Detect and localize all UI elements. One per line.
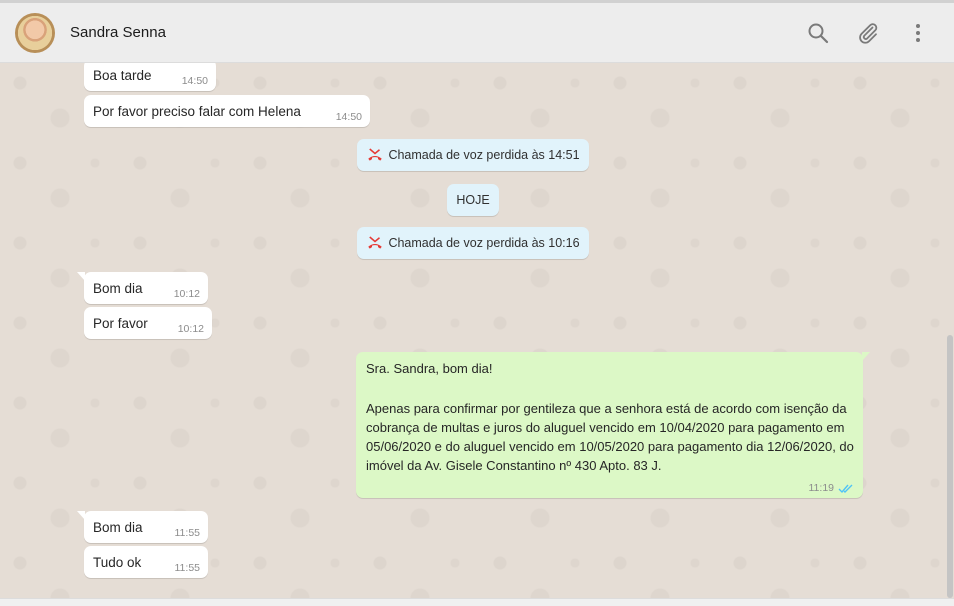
- missed-call-icon: [368, 236, 383, 249]
- message-incoming[interactable]: Por favor preciso falar com Helena 14:50: [84, 95, 370, 127]
- message-text: Boa tarde: [93, 68, 152, 83]
- message-outgoing[interactable]: Sra. Sandra, bom dia! Apenas para confir…: [356, 352, 870, 498]
- chat-header: Sandra Senna: [0, 3, 954, 63]
- message-incoming[interactable]: Bom dia 10:12: [77, 272, 208, 304]
- message-incoming[interactable]: Bom dia 11:55: [77, 511, 208, 543]
- composer-edge: [0, 598, 954, 606]
- scrollbar-thumb[interactable]: [947, 335, 953, 598]
- date-divider-text: HOJE: [456, 193, 490, 207]
- message-time: 11:19: [808, 482, 835, 494]
- message-text: Por favor preciso falar com Helena: [93, 104, 301, 119]
- missed-call-icon: [368, 148, 383, 161]
- date-divider: HOJE: [447, 184, 499, 216]
- message-incoming[interactable]: Boa tarde 14:50: [84, 63, 216, 91]
- paperclip-icon[interactable]: [856, 21, 880, 45]
- message-text: Tudo ok: [93, 555, 142, 570]
- missed-call-text: Chamada de voz perdida às 10:16: [388, 236, 580, 250]
- missed-call-notice: Chamada de voz perdida às 10:16: [357, 227, 589, 259]
- message-list[interactable]: Boa tarde 14:50 Por favor preciso falar …: [0, 63, 946, 598]
- message-body: Apenas para confirmar por gentileza que …: [366, 401, 854, 473]
- missed-call-notice: Chamada de voz perdida às 14:51: [357, 139, 589, 171]
- search-icon[interactable]: [806, 21, 830, 45]
- message-time: 11:55: [174, 527, 201, 539]
- message-text: Bom dia: [93, 281, 143, 296]
- double-check-icon: [838, 484, 853, 494]
- message-time: 11:55: [174, 562, 201, 574]
- message-incoming[interactable]: Tudo ok 11:55: [84, 546, 208, 578]
- message-text: Bom dia: [93, 520, 143, 535]
- missed-call-text: Chamada de voz perdida às 14:51: [388, 148, 580, 162]
- message-incoming[interactable]: Por favor 10:12: [84, 307, 212, 339]
- message-time: 14:50: [335, 111, 362, 123]
- message-time: 10:12: [177, 323, 204, 335]
- message-time: 14:50: [181, 75, 208, 87]
- message-time: 10:12: [173, 288, 200, 300]
- kebab-menu-icon[interactable]: [906, 21, 930, 45]
- avatar[interactable]: [15, 13, 55, 53]
- message-greeting: Sra. Sandra, bom dia!: [366, 361, 493, 376]
- message-text: Por favor: [93, 316, 148, 331]
- contact-name[interactable]: Sandra Senna: [70, 24, 166, 41]
